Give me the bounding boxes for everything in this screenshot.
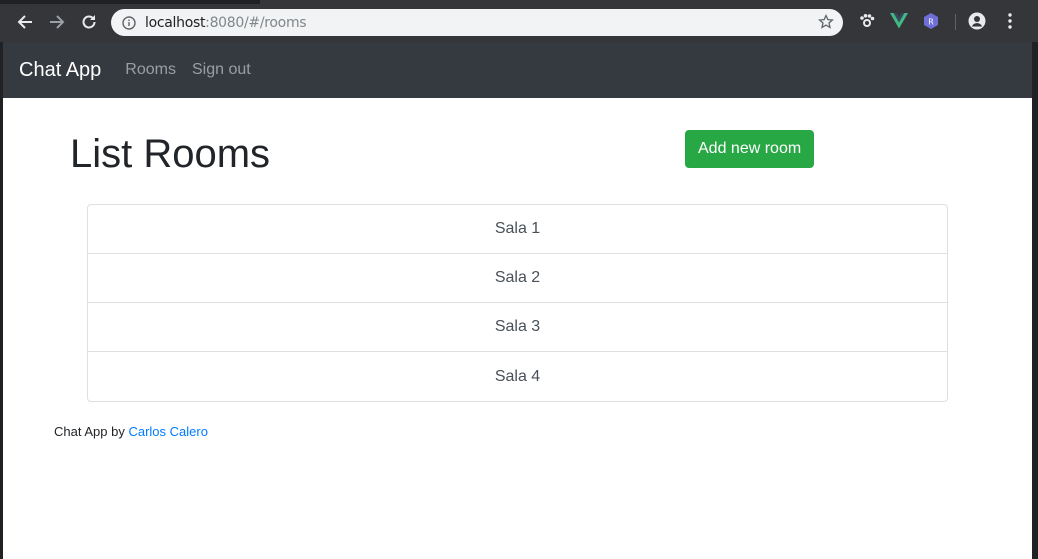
- room-item[interactable]: Sala 2: [88, 254, 947, 303]
- address-bar[interactable]: localhost:8080/#/rooms: [111, 9, 843, 36]
- info-icon[interactable]: [122, 15, 136, 30]
- rooms-list: Sala 1 Sala 2 Sala 3 Sala 4: [87, 204, 948, 402]
- back-icon[interactable]: [14, 11, 36, 33]
- nav-link-rooms[interactable]: Rooms: [125, 61, 176, 79]
- page-viewport: Chat App Rooms Sign out List Rooms Add n…: [3, 42, 1032, 559]
- reload-icon[interactable]: [78, 11, 100, 33]
- room-item[interactable]: Sala 1: [88, 205, 947, 254]
- forward-icon[interactable]: [46, 11, 68, 33]
- window-edge: [1032, 42, 1038, 559]
- url-path: :8080/#/rooms: [205, 14, 307, 31]
- nav-link-sign-out[interactable]: Sign out: [192, 61, 251, 79]
- heading-row: List Rooms Add new room: [70, 130, 830, 210]
- footer: Chat App by Carlos Calero: [54, 424, 208, 439]
- url-text: localhost:8080/#/rooms: [145, 14, 307, 31]
- navbar-brand[interactable]: Chat App: [19, 59, 101, 82]
- redux-extension-icon[interactable]: R: [922, 12, 940, 30]
- toolbar-separator: [955, 14, 956, 30]
- author-link[interactable]: Carlos Calero: [128, 424, 207, 439]
- url-host: localhost: [145, 14, 206, 31]
- footer-text: Chat App by: [54, 424, 125, 439]
- svg-text:R: R: [928, 18, 934, 27]
- menu-kebab-icon[interactable]: [1001, 12, 1019, 30]
- vue-devtools-icon[interactable]: [890, 12, 908, 30]
- profile-icon[interactable]: [968, 12, 986, 30]
- page-title: List Rooms: [70, 132, 271, 176]
- room-item[interactable]: Sala 4: [88, 352, 947, 401]
- navbar: Chat App Rooms Sign out: [3, 42, 1032, 98]
- bookmark-star-icon[interactable]: [818, 13, 834, 30]
- room-item[interactable]: Sala 3: [88, 303, 947, 352]
- paw-extension-icon[interactable]: [858, 12, 876, 30]
- tab-strip: [0, 0, 260, 4]
- add-new-room-button[interactable]: Add new room: [685, 130, 815, 168]
- browser-toolbar: localhost:8080/#/rooms R: [0, 0, 1038, 42]
